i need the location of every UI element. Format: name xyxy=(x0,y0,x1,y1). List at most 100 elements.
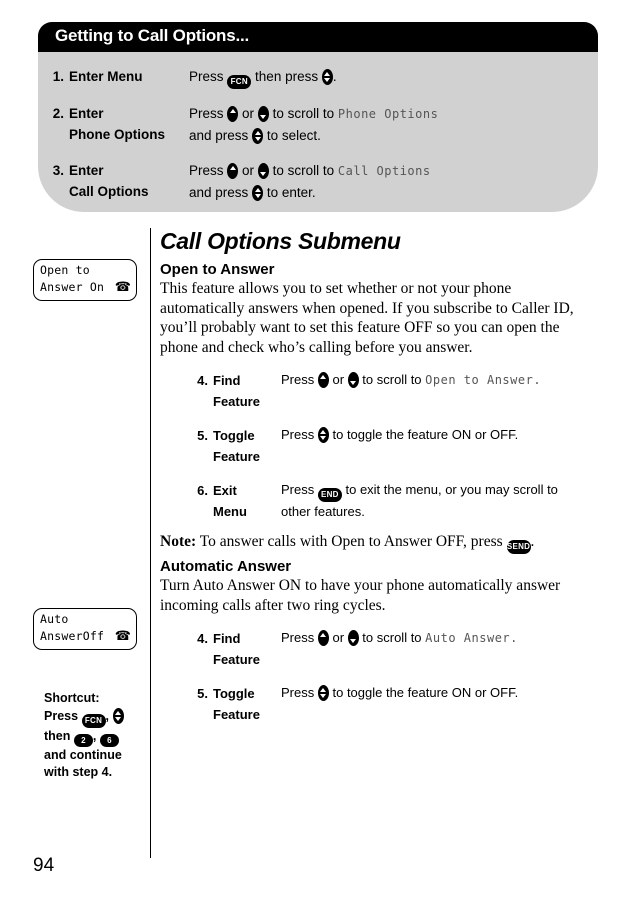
press-word: Press xyxy=(281,372,315,387)
lcd-feature-label: Auto Answer xyxy=(425,631,511,645)
step-4-find-feature: 4. Find Feature Press or to scroll to Op… xyxy=(186,370,580,412)
to-scroll-to-words: to scroll to xyxy=(272,106,335,121)
scroll-select-key-icon xyxy=(112,707,124,724)
step-5-toggle-feature: 5. Toggle Feature Press to toggle the fe… xyxy=(186,683,580,725)
step-label-line1: Toggle xyxy=(213,686,255,701)
lcd-line-2: Answer On xyxy=(40,280,105,294)
and-press-words: and press xyxy=(189,128,249,143)
step-label-line2: Feature xyxy=(213,652,260,667)
comma: , xyxy=(105,708,110,723)
scroll-down-key-icon xyxy=(347,630,359,646)
press-word: Press xyxy=(281,685,315,700)
step-label-line2: Feature xyxy=(213,394,260,409)
toggle-instruction: to toggle the feature ON or OFF. xyxy=(332,685,519,700)
step-description: Press or to scroll to Open to Answer. xyxy=(281,370,580,412)
scroll-select-key-icon xyxy=(252,185,264,201)
to-scroll-to-words: to scroll to xyxy=(362,630,422,645)
step-number: 5. xyxy=(197,428,208,443)
scroll-select-key-icon xyxy=(317,685,329,701)
fcn-key-icon: FCN xyxy=(227,75,252,89)
fcn-key-icon: FCN xyxy=(81,713,106,728)
step-5-toggle-feature: 5. Toggle Feature Press to toggle the fe… xyxy=(186,425,580,467)
step-label-line2: Feature xyxy=(213,707,260,722)
period: . xyxy=(533,373,542,387)
phone-icon: ☎ xyxy=(114,279,131,294)
comma: , xyxy=(92,728,97,743)
callout-step-1: 1. Enter Menu Press FCN then press . xyxy=(38,66,598,89)
or-word: or xyxy=(242,163,255,178)
lcd-menu-label: Call Options xyxy=(337,164,431,178)
scroll-select-key-icon xyxy=(321,69,333,85)
step-description: Press or to scroll to Auto Answer. xyxy=(281,628,580,670)
shortcut-note: Shortcut: Press FCN, then 2, 6 and conti… xyxy=(44,690,144,782)
step-number: 3. xyxy=(52,163,64,178)
end-key-icon: END xyxy=(317,488,342,502)
page-title: Call Options Submenu xyxy=(160,228,401,254)
callout-step-3: 3. Enter Call Options Press or to scroll… xyxy=(38,160,598,203)
step-label: Toggle Feature xyxy=(213,425,281,467)
digit-2-key-icon: 2 xyxy=(73,733,93,747)
step-number: 5. xyxy=(197,686,208,701)
lcd-feature-label: Open to Answer xyxy=(425,373,534,387)
step-number: 2. xyxy=(52,106,64,121)
step-label: Toggle Feature xyxy=(213,683,281,725)
page-number: 94 xyxy=(33,855,55,876)
step-label-line2: Menu xyxy=(213,504,247,519)
step-description: Press END to exit the menu, or you may s… xyxy=(281,480,580,522)
section-paragraph-automatic-answer: Turn Auto Answer ON to have your phone a… xyxy=(160,577,561,614)
lcd-line-1: Auto xyxy=(40,612,69,626)
press-word: Press xyxy=(189,106,224,121)
then-word: then xyxy=(44,728,71,743)
digit-6-key-icon: 6 xyxy=(99,733,119,747)
step-label-line1: Enter xyxy=(69,163,104,178)
step-label-line1: Find xyxy=(213,373,241,388)
step-label: Find Feature xyxy=(213,370,281,412)
column-divider-rule xyxy=(150,228,151,858)
shortcut-title: Shortcut: xyxy=(44,691,100,705)
and-press-words: and press xyxy=(189,185,249,200)
scroll-up-key-icon xyxy=(227,163,239,179)
step-number: 6. xyxy=(197,483,208,498)
main-content-column: Call Options Submenu Open to Answer This… xyxy=(160,228,580,725)
open-to-answer-steps: 4. Find Feature Press or to scroll to Op… xyxy=(186,370,580,522)
step-label: Find Feature xyxy=(213,628,281,670)
step-label-line1: Find xyxy=(213,631,241,646)
step-6-exit-menu: 6. Exit Menu Press END to exit the menu,… xyxy=(186,480,580,522)
step-label-line2: Call Options xyxy=(69,184,149,199)
shortcut-line-then: then 2, 6 xyxy=(44,728,144,747)
or-word: or xyxy=(242,106,255,121)
section-heading-automatic-answer: Automatic Answer xyxy=(160,558,292,575)
step-label: Enter Menu xyxy=(69,69,143,84)
lcd-menu-label: Phone Options xyxy=(337,107,439,121)
callout-step-2: 2. Enter Phone Options Press or to scrol… xyxy=(38,103,598,146)
press-word: Press xyxy=(189,163,224,178)
automatic-answer-steps: 4. Find Feature Press or to scroll to Au… xyxy=(186,628,580,725)
or-word: or xyxy=(332,630,345,645)
shortcut-tail-line1: and continue xyxy=(44,747,122,762)
step-number: 4. xyxy=(197,373,208,388)
section-paragraph-open-to-answer: This feature allows you to set whether o… xyxy=(160,280,574,356)
scroll-up-key-icon xyxy=(227,106,239,122)
scroll-up-key-icon xyxy=(317,372,329,388)
to-scroll-to-words: to scroll to xyxy=(362,372,422,387)
step-description: Press to toggle the feature ON or OFF. xyxy=(281,683,580,725)
getting-to-call-options-callout: Getting to Call Options... 1. Enter Menu… xyxy=(38,22,598,212)
note-label: Note: xyxy=(160,533,197,550)
lcd-line-2: AnswerOff xyxy=(40,629,105,643)
step-label: Enter Call Options xyxy=(69,160,189,203)
step-label-line1: Exit xyxy=(213,483,237,498)
period: . xyxy=(530,533,535,550)
toggle-instruction: to toggle the feature ON or OFF. xyxy=(332,427,519,442)
press-word: Press xyxy=(281,482,315,497)
step-number: 4. xyxy=(197,631,208,646)
step-number: 1. xyxy=(52,69,64,84)
period: . xyxy=(332,69,337,84)
callout-steps: 1. Enter Menu Press FCN then press . 2. … xyxy=(38,52,598,203)
lcd-display-open-to-answer: Open to Answer On ☎ xyxy=(33,259,137,301)
press-word: Press xyxy=(189,69,224,84)
scroll-select-key-icon xyxy=(317,427,329,443)
then-press-words: then press xyxy=(255,69,319,84)
step-label-line2: Feature xyxy=(213,449,260,464)
scroll-select-key-icon xyxy=(252,128,264,144)
note-text: To answer calls with Open to Answer OFF,… xyxy=(199,533,503,550)
